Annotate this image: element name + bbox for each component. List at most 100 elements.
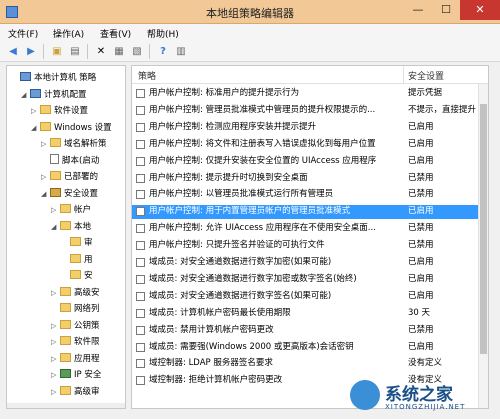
watermark: 系统之家 XITONGZHIJIA.NET [330,376,500,419]
expand-arrow-icon[interactable]: ◢ [41,186,50,202]
delete-icon[interactable]: ✕ [94,45,108,58]
folder-icon [50,171,61,180]
tree-item-label: 帐户 [74,205,92,215]
tree-item[interactable]: ▷ 高级安 [51,285,100,301]
properties-icon[interactable]: ▦ [112,45,126,58]
close-button[interactable]: ✕ [460,0,500,20]
tree-item-label: 高级审 [74,386,100,397]
expand-arrow-icon[interactable]: ▷ [51,351,60,367]
tree-item[interactable]: 审 [61,235,93,251]
policy-setting: 已启用 [408,341,434,352]
policy-icon [136,274,145,284]
tree-item[interactable]: 本地计算机 策略 [11,70,96,86]
expand-arrow-icon[interactable]: ▷ [41,136,50,152]
tree-item[interactable]: 脚本(启动 [41,153,99,169]
toolbar-separator [43,44,44,59]
expand-arrow-icon[interactable]: ▷ [51,384,60,400]
menu-view[interactable]: 查看(V) [100,27,131,40]
tree-item[interactable]: ◢ Windows 设置 [31,120,112,136]
tree-item[interactable]: ▷ 已部署的 [41,169,98,185]
table-row[interactable]: 用户帐户控制: 以管理员批准模式运行所有管理员 已禁用 [132,188,478,202]
column-separator[interactable] [403,66,404,84]
tree-item[interactable]: ▷ 帐户 [51,202,91,218]
folder-icon [60,319,71,329]
table-row[interactable]: 域成员: 禁用计算机帐户密码更改 已禁用 [132,324,478,338]
table-row[interactable]: 用户帐户控制: 检测应用程序安装并提示提升 已启用 [132,121,478,135]
table-row[interactable]: 用户帐户控制: 允许 UIAccess 应用程序在不使用安全桌面... 已禁用 [132,222,478,236]
net-icon [60,369,71,378]
policy-icon [136,291,145,301]
tree-item[interactable]: ▷ 软件设置 [31,103,88,119]
expand-arrow-icon[interactable]: ◢ [21,87,30,103]
tree-item-label: 脚本(启动 [62,155,100,166]
navigation-tree[interactable]: 本地计算机 策略 ◢ 计算机配置 ▷ 软件设置 ◢ Windows 设置 ▷ 域名解析策 脚本(启… [6,65,126,409]
menu-action[interactable]: 操作(A) [53,27,84,40]
policy-list[interactable]: 策略 安全设置 用户帐户控制: 标准用户的提升提示行为 提示凭据 用户帐户控制: 管… [131,65,489,409]
minimize-button[interactable]: — [404,0,432,20]
policy-setting: 已启用 [408,257,434,267]
policy-setting: 30 天 [408,307,431,318]
expand-arrow-icon[interactable]: ▷ [51,202,60,218]
policy-icon [136,122,145,132]
expand-arrow-icon[interactable]: ▷ [31,103,40,119]
comp-icon [30,88,41,98]
tree-item[interactable]: ▷ 高级审 [51,384,100,400]
export-list-icon[interactable]: ▧ [130,45,144,58]
tree-item[interactable]: ▷ 公钥策 [51,318,100,334]
table-row[interactable]: 用户帐户控制: 提示提升时切换到安全桌面 已禁用 [132,172,478,186]
table-row[interactable]: 域成员: 对安全通道数据进行数字签名(如果可能) 已启用 [132,290,478,304]
table-row[interactable]: 用户帐户控制: 将文件和注册表写入错误虚拟化到每用户位置 已启用 [132,138,478,152]
menu-file[interactable]: 文件(F) [8,27,38,40]
table-row[interactable]: 用户帐户控制: 管理员批准模式中管理员的提升权限提示的... 不提示，直接提升 [132,104,478,118]
tree-item[interactable]: ◢ 安全设置 [41,186,98,202]
tree-item[interactable]: ▷ 应用程 [51,351,100,367]
tree-item-label: 应用程 [74,353,100,364]
column-header-setting[interactable]: 安全设置 [408,69,444,82]
show-tree-icon[interactable]: ▤ [68,45,82,58]
tree-item[interactable]: ◢ 计算机配置 [21,87,87,103]
tree-item[interactable]: 网络列 [51,301,100,317]
maximize-button[interactable]: ☐ [432,0,460,20]
tree-item[interactable]: ▷ 软件限 [51,334,100,350]
table-row[interactable]: 用户帐户控制: 仅提升安装在安全位置的 UIAccess 应用程序 已启用 [132,155,478,169]
table-row[interactable]: 域控制器: LDAP 服务器签名要求 没有定义 [132,357,478,371]
tree-item[interactable]: ▷ IP 安全 [51,367,101,383]
policy-icon [136,156,145,166]
table-row[interactable]: 域成员: 需要强(Windows 2000 或更高版本)会话密钥 已启用 [132,341,478,355]
policy-name: 用户帐户控制: 提示提升时切换到安全桌面 [149,172,308,183]
policy-name: 域成员: 计算机帐户密码最长使用期限 [149,307,291,318]
tree-item-label: 高级安 [74,287,100,298]
expand-arrow-icon[interactable]: ▷ [51,318,60,334]
back-icon[interactable]: ◀ [6,45,20,58]
view-icon[interactable]: ▥ [174,45,188,58]
table-row[interactable]: 用户帐户控制: 标准用户的提升提示行为 提示凭据 [132,87,478,101]
tree-item[interactable]: 用 [61,252,93,268]
table-row[interactable]: 用户帐户控制: 只提升签名并验证的可执行文件 已禁用 [132,239,478,253]
policy-icon [136,308,145,318]
expand-arrow-icon[interactable]: ▷ [51,367,60,383]
expand-arrow-icon[interactable]: ▷ [41,169,50,185]
table-row[interactable]: 用户帐户控制: 用于内置管理员帐户的管理员批准模式 已启用 [132,205,478,219]
table-row[interactable]: 域成员: 对安全通道数据进行数字加密(如果可能) 已启用 [132,256,478,270]
tree-horizontal-scrollbar[interactable] [7,403,125,408]
scrollbar-thumb[interactable] [480,104,487,354]
column-header-policy[interactable]: 策略 [138,69,156,82]
expand-arrow-icon[interactable]: ▷ [51,334,60,350]
table-row[interactable]: 域成员: 对安全通道数据进行数字加密或数字签名(始终) 已启用 [132,273,478,287]
policy-icon [136,89,145,98]
help-icon[interactable]: ? [156,45,170,58]
list-vertical-scrollbar[interactable] [478,84,488,408]
tree-item[interactable]: ▷ 域名解析策 [41,136,107,152]
up-folder-icon[interactable]: ▣ [50,45,64,58]
expand-arrow-icon[interactable]: ▷ [51,285,60,301]
policy-setting: 已禁用 [408,189,434,200]
menu-help[interactable]: 帮助(H) [147,27,179,40]
tree-item[interactable]: 安 [61,268,93,284]
table-row[interactable]: 域成员: 计算机帐户密码最长使用期限 30 天 [132,307,478,321]
expand-arrow-icon[interactable]: ◢ [31,120,40,136]
tree-item[interactable]: ◢ 本地 [51,219,91,235]
tree-item-label: 计算机配置 [44,89,87,100]
expand-arrow-icon[interactable]: ◢ [51,219,60,235]
menu-bar: 文件(F) 操作(A) 查看(V) 帮助(H) [0,24,500,41]
forward-icon[interactable]: ▶ [24,45,38,58]
